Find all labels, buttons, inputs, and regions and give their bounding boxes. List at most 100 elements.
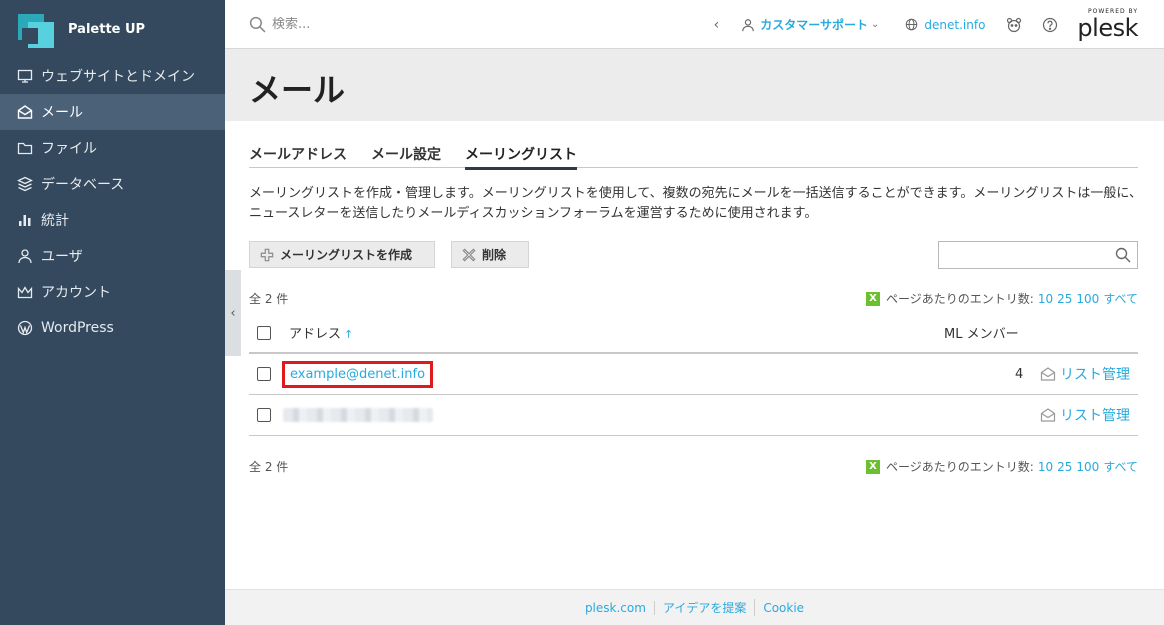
per-page-option[interactable]: 100	[1076, 460, 1099, 474]
sidebar-item-label: アカウント	[41, 285, 111, 301]
per-page-option[interactable]: 25	[1057, 460, 1072, 474]
domain-label: denet.info	[924, 17, 986, 32]
crown-icon	[16, 283, 34, 301]
pager: X ページあたりのエントリ数: 10 25 100 すべて	[866, 458, 1138, 475]
footer-link-cookie[interactable]: Cookie	[755, 601, 812, 615]
select-all-checkbox[interactable]	[257, 325, 271, 340]
table-header: アドレス ↑ ML メンバー	[249, 313, 1138, 354]
tab-mail-addresses[interactable]: メールアドレス	[249, 141, 347, 168]
total-count: 全 2 件	[249, 460, 289, 474]
redacted-address[interactable]	[283, 408, 433, 422]
page-title: メール	[249, 71, 346, 109]
feedback-icon[interactable]	[1005, 16, 1023, 34]
manage-list-link[interactable]: リスト管理	[1040, 364, 1130, 384]
manage-list-label: リスト管理	[1060, 408, 1130, 424]
page-header: メール	[225, 49, 1164, 121]
per-page-option[interactable]: 25	[1057, 292, 1072, 306]
sidebar-item-account[interactable]: アカウント	[0, 274, 225, 310]
per-page-option[interactable]: すべて	[1103, 458, 1138, 475]
sidebar-item-databases[interactable]: データベース	[0, 166, 225, 202]
export-xls-icon[interactable]: X	[866, 459, 881, 474]
per-page-option[interactable]: すべて	[1103, 290, 1138, 307]
mailing-list-address-link[interactable]: example@denet.info	[290, 367, 425, 382]
tab-mail-settings[interactable]: メール設定	[371, 141, 441, 168]
envelope-icon	[1040, 408, 1056, 422]
table-row: リスト管理	[249, 395, 1138, 436]
sidebar-nav: ウェブサイトとドメイン メール ファイル データベース 統計 ユーザ アカウント	[0, 58, 225, 346]
monitor-icon	[16, 67, 34, 85]
delete-icon	[462, 248, 476, 261]
footer: plesk.com アイデアを提案 Cookie	[225, 589, 1164, 625]
sidebar: Palette UP ウェブサイトとドメイン メール ファイル データベース 統…	[0, 0, 225, 625]
sidebar-item-label: ユーザ	[41, 249, 83, 265]
delete-button[interactable]: 削除	[451, 241, 529, 268]
export-xls-icon[interactable]: X	[866, 291, 881, 306]
sidebar-collapse-toggle[interactable]: ‹	[225, 270, 241, 356]
account-label: カスタマーサポート	[760, 18, 869, 32]
search-icon[interactable]	[1115, 247, 1131, 263]
plus-icon	[260, 248, 274, 261]
topbar-right: ‹ カスタマーサポート ⌄ denet.info POWERED BY ples…	[714, 0, 1139, 49]
plesk-name: plesk	[1077, 14, 1138, 42]
mailing-list-table: アドレス ↑ ML メンバー example@denet.info 4 リスト管理…	[249, 313, 1138, 436]
chevron-left-icon: ‹	[230, 305, 236, 321]
wordpress-icon	[16, 319, 34, 337]
globe-icon	[906, 18, 918, 31]
manage-list-link[interactable]: リスト管理	[1040, 405, 1130, 425]
domain-link[interactable]: denet.info	[905, 18, 985, 32]
manage-list-label: リスト管理	[1060, 367, 1130, 383]
page-description: メーリングリストを作成・管理します。メーリングリストを使用して、複数の宛先にメー…	[249, 186, 1142, 221]
row-checkbox[interactable]	[257, 367, 271, 381]
per-page-option[interactable]: 100	[1076, 292, 1099, 306]
per-page-option[interactable]: 10	[1038, 460, 1053, 474]
brand-logo	[18, 10, 58, 48]
sidebar-item-label: WordPress	[41, 320, 114, 336]
help-icon[interactable]	[1041, 16, 1059, 34]
chevron-down-icon: ⌄	[871, 19, 880, 30]
envelope-icon	[1040, 367, 1056, 381]
sidebar-item-files[interactable]: ファイル	[0, 130, 225, 166]
search-icon	[249, 16, 266, 32]
footer-link-suggest-idea[interactable]: アイデアを提案	[655, 599, 756, 616]
tab-bar: メールアドレス メール設定 メーリングリスト	[249, 141, 1138, 170]
tab-mailing-lists[interactable]: メーリングリスト	[465, 141, 577, 170]
chevron-left-icon[interactable]: ‹	[714, 17, 720, 33]
database-icon	[16, 175, 34, 193]
total-count: 全 2 件	[249, 292, 289, 306]
user-icon	[16, 247, 34, 265]
account-menu[interactable]: カスタマーサポート ⌄	[741, 16, 879, 33]
plesk-logo[interactable]: POWERED BY plesk	[1077, 9, 1138, 42]
brand-name: Palette UP	[68, 21, 146, 37]
global-search-input[interactable]	[272, 16, 652, 32]
create-mailing-list-button[interactable]: メーリングリストを作成	[249, 241, 435, 268]
column-address[interactable]: アドレス ↑	[289, 323, 353, 342]
list-search	[938, 241, 1138, 269]
delete-button-label: 削除	[482, 248, 507, 262]
column-ml-members[interactable]: ML メンバー	[944, 323, 1019, 342]
sidebar-item-wordpress[interactable]: WordPress	[0, 310, 225, 346]
folder-icon	[16, 139, 34, 157]
sidebar-item-users[interactable]: ユーザ	[0, 238, 225, 274]
bar-chart-icon	[16, 211, 34, 229]
topbar: ‹ カスタマーサポート ⌄ denet.info POWERED BY ples…	[225, 0, 1164, 49]
pager: X ページあたりのエントリ数: 10 25 100 すべて	[866, 290, 1138, 307]
sidebar-item-websites[interactable]: ウェブサイトとドメイン	[0, 58, 225, 94]
brand[interactable]: Palette UP	[0, 0, 225, 58]
list-search-input[interactable]	[939, 242, 1109, 268]
highlight-box: example@denet.info	[282, 360, 434, 388]
sidebar-item-mail[interactable]: メール	[0, 94, 225, 130]
per-page-option[interactable]: 10	[1038, 292, 1053, 306]
footer-link-plesk[interactable]: plesk.com	[577, 600, 655, 615]
sidebar-item-label: メール	[41, 105, 83, 121]
sort-asc-icon: ↑	[344, 328, 354, 341]
column-address-label: アドレス	[289, 327, 342, 342]
sidebar-item-label: ファイル	[41, 141, 97, 157]
global-search	[249, 16, 679, 33]
user-icon	[742, 18, 755, 31]
per-page-label: ページあたりのエントリ数:	[886, 460, 1034, 474]
sidebar-item-label: ウェブサイトとドメイン	[41, 69, 195, 85]
sidebar-item-statistics[interactable]: 統計	[0, 202, 225, 238]
sidebar-item-label: 統計	[41, 213, 69, 229]
row-checkbox[interactable]	[257, 408, 271, 422]
per-page-label: ページあたりのエントリ数:	[886, 292, 1034, 306]
